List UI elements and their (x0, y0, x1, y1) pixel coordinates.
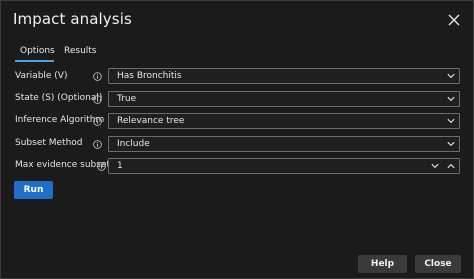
impact-analysis-dialog: Impact analysis Options Results Variable… (0, 0, 474, 279)
chevron-down-icon (447, 96, 455, 102)
chevron-up-icon[interactable] (447, 163, 455, 169)
subset-method-dropdown[interactable]: Include (108, 136, 460, 152)
info-circle-icon[interactable] (93, 95, 102, 104)
variable-value: Has Bronchitis (117, 71, 182, 81)
inference-algorithm-dropdown[interactable]: Relevance tree (108, 113, 460, 129)
subset-method-value: Include (117, 139, 150, 149)
max-evidence-subset-value: 1 (117, 161, 123, 171)
run-button[interactable]: Run (14, 181, 53, 199)
help-button[interactable]: Help (358, 255, 407, 273)
max-evidence-subset-label: Max evidence subset (15, 160, 110, 170)
inference-algorithm-value: Relevance tree (117, 116, 185, 126)
chevron-down-icon (447, 73, 455, 79)
close-icon[interactable] (447, 13, 461, 27)
state-dropdown[interactable]: True (108, 91, 460, 107)
info-circle-icon[interactable] (93, 140, 102, 149)
variable-dropdown[interactable]: Has Bronchitis (108, 68, 460, 84)
active-tab-indicator (15, 60, 54, 62)
chevron-down-icon (447, 141, 455, 147)
info-circle-icon[interactable] (93, 117, 102, 126)
chevron-down-icon[interactable] (431, 163, 439, 169)
info-circle-icon[interactable] (97, 162, 106, 171)
state-value: True (117, 94, 137, 104)
info-circle-icon[interactable] (93, 72, 102, 81)
chevron-down-icon (447, 118, 455, 124)
dialog-title: Impact analysis (13, 10, 132, 28)
subset-method-label: Subset Method (15, 138, 83, 148)
max-evidence-subset-stepper[interactable]: 1 (108, 158, 460, 174)
state-label: State (S) (Optional) (15, 93, 103, 103)
tab-options[interactable]: Options (20, 46, 55, 56)
close-button[interactable]: Close (415, 255, 461, 273)
variable-label: Variable (V) (15, 71, 68, 81)
inference-algorithm-label: Inference Algorithm (15, 115, 105, 125)
tab-results[interactable]: Results (64, 46, 97, 56)
